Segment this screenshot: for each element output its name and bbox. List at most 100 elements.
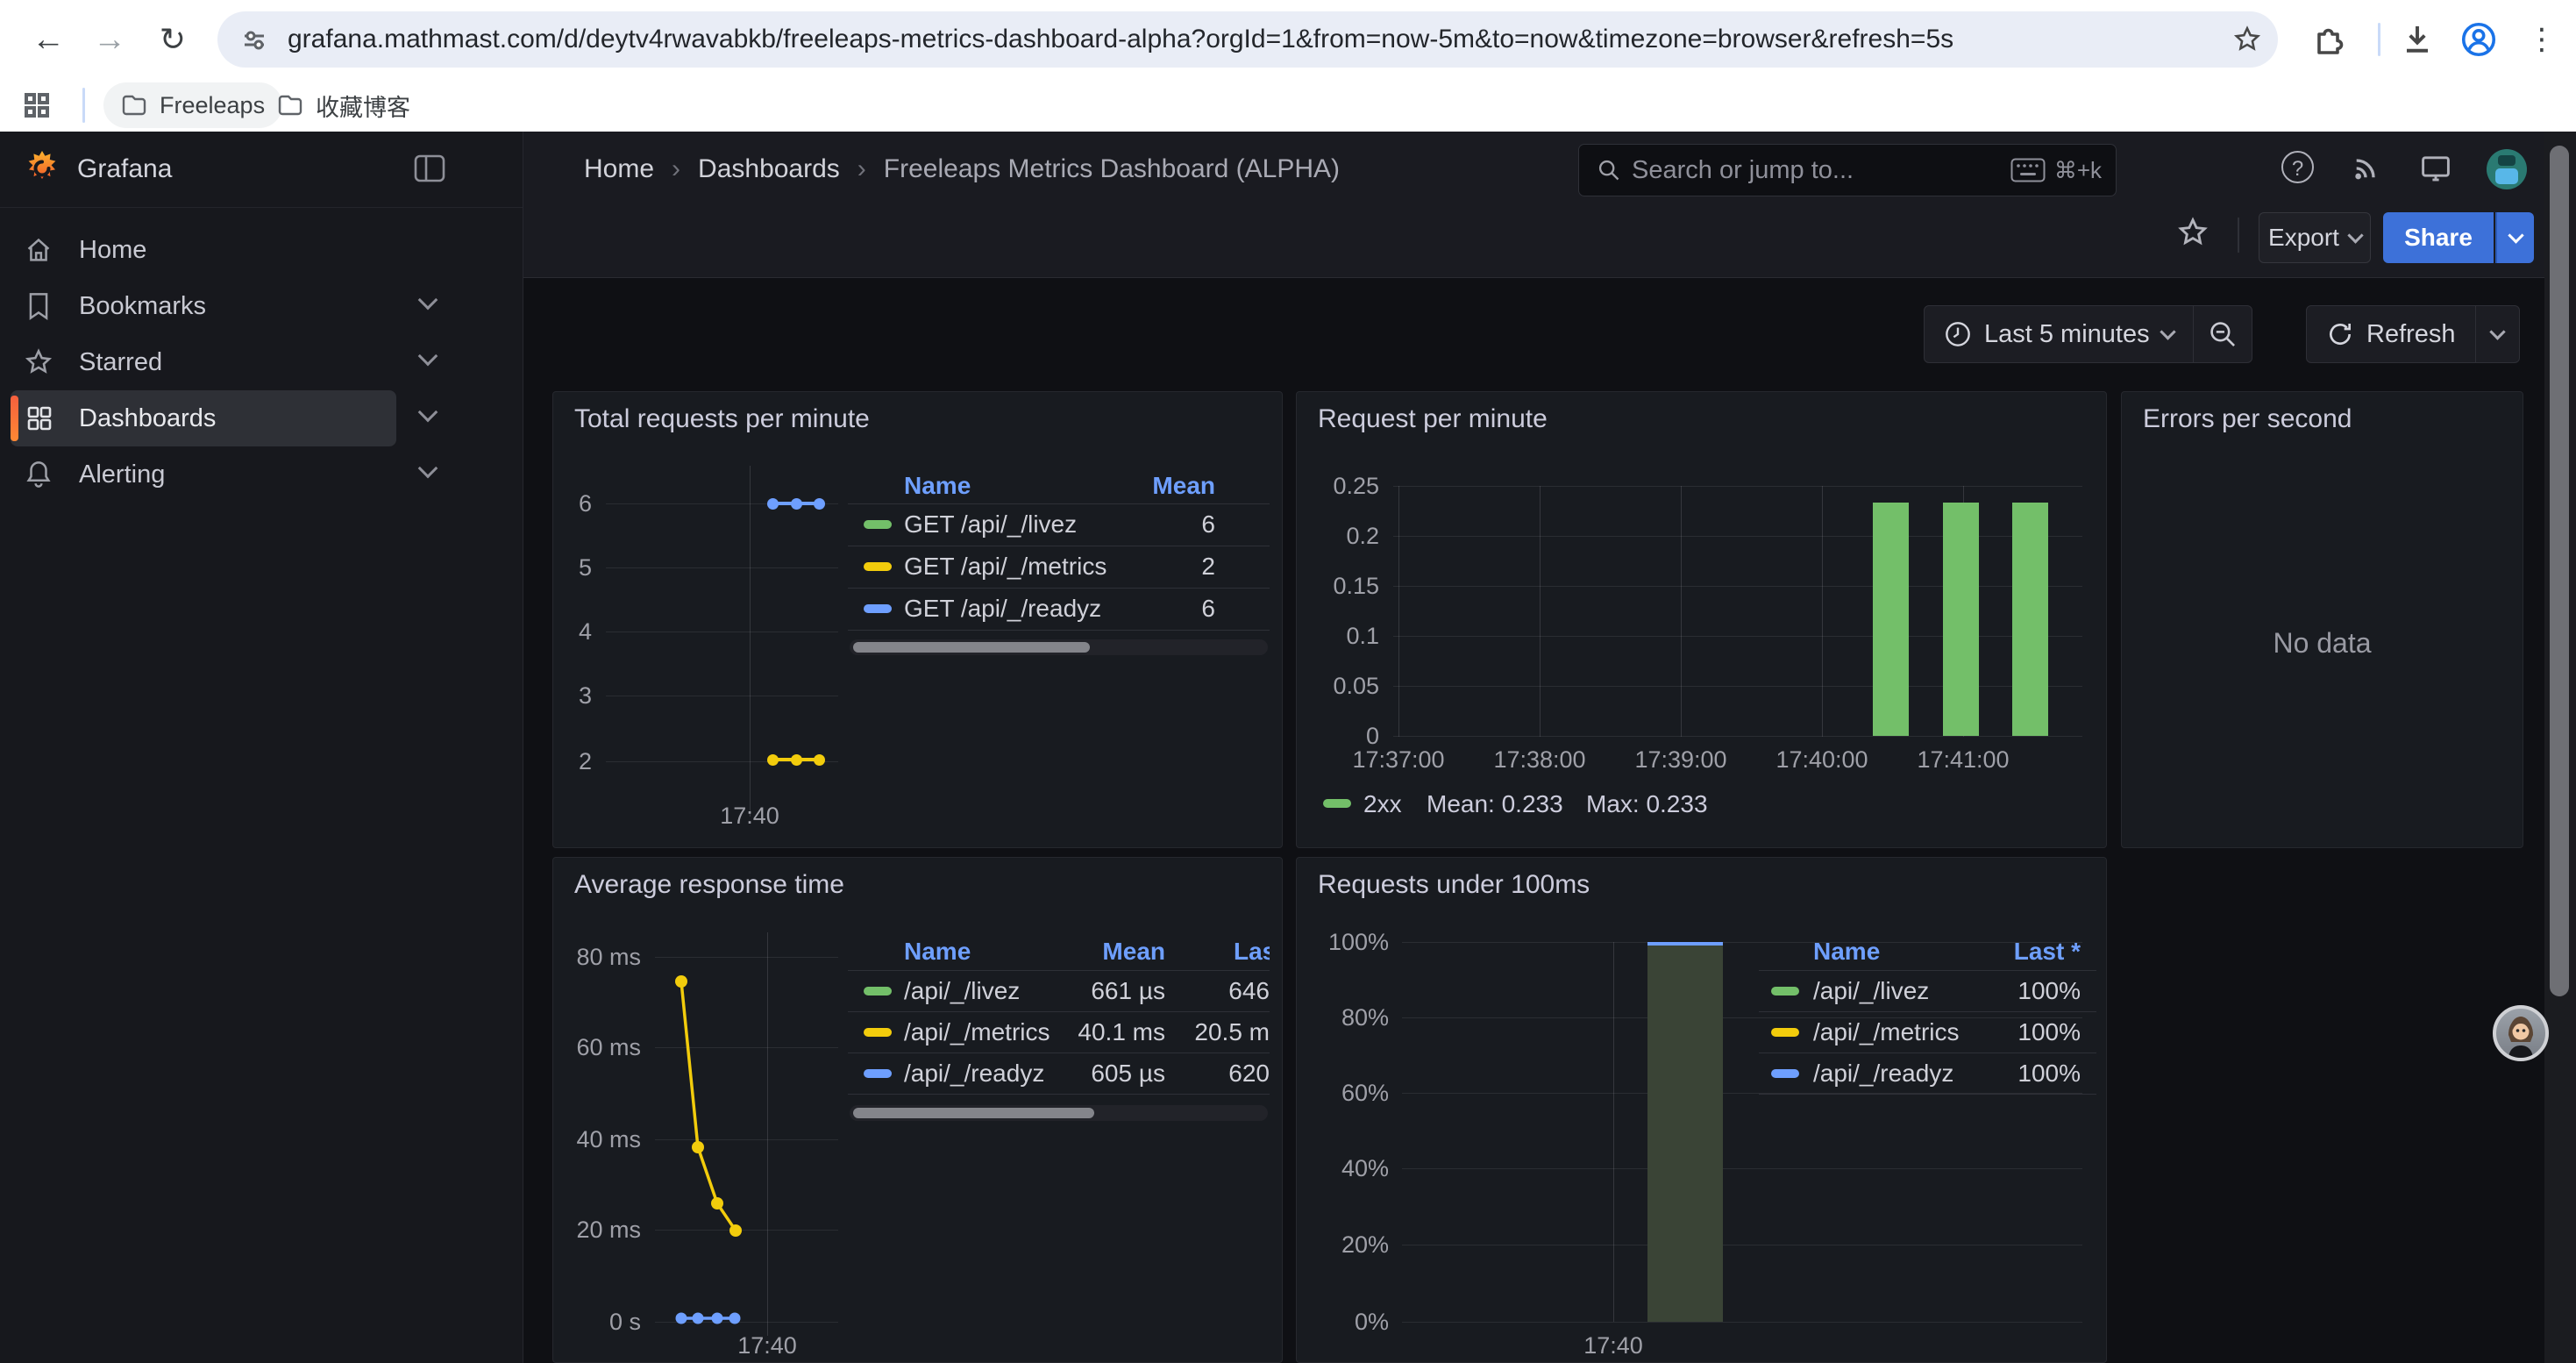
breadcrumb-dashboards[interactable]: Dashboards [698,154,840,184]
browser-back-button[interactable]: ← [25,16,72,63]
chevron-down-icon [2489,324,2505,339]
legend-row-mean: 661 µs [990,970,1165,1011]
share-menu-button[interactable] [2495,212,2534,263]
brand-title[interactable]: Grafana [77,132,172,207]
apps-grid-icon [26,405,53,432]
bookmark-folder-freeleaps[interactable]: Freeleaps [103,82,282,128]
time-range-controls: Last 5 minutes [1924,305,2252,363]
legend-row-mean: 605 µs [990,1053,1165,1094]
news-rss-icon[interactable] [2350,153,2385,188]
legend-row-name[interactable]: GET /api/_/readyz [904,588,1101,630]
panel-title[interactable]: Request per minute [1318,404,1548,434]
extensions-icon[interactable] [2311,21,2348,58]
bar-2xx[interactable] [2012,503,2048,736]
panel-request-per-minute[interactable]: Request per minute 0.25 0.2 0.15 0.1 0.0… [1296,391,2107,848]
browser-forward-button[interactable]: → [86,16,133,63]
sidebar-item-alerting[interactable]: Alerting [11,446,396,503]
bar-2xx[interactable] [1943,503,1979,736]
panel-title[interactable]: Errors per second [2143,404,2352,434]
folder-icon [277,94,303,117]
panel-errors-per-second[interactable]: Errors per second No data [2121,391,2523,848]
legend-header-name[interactable]: Name [904,467,971,503]
panel-total-requests[interactable]: Total requests per minute 6 5 4 3 2 17:4… [552,391,1283,848]
display-icon[interactable] [2420,154,2455,189]
y-tick: 0.1 [1297,623,1379,649]
refresh-interval-button[interactable] [2475,306,2519,362]
y-tick: 40 ms [553,1126,641,1152]
breadcrumb: Home › Dashboards › Freeleaps Metrics Da… [584,132,1340,207]
chevron-down-icon[interactable] [418,346,438,367]
scrollbar-thumb[interactable] [2550,146,2569,996]
legend-row-name[interactable]: /api/_/livez [1813,970,1929,1011]
legend-series[interactable]: 2xx [1363,787,1402,822]
sidebar-item-starred[interactable]: Starred [11,334,396,390]
chevron-down-icon[interactable] [418,290,438,310]
legend-row-name[interactable]: GET /api/_/metrics [904,546,1107,588]
help-icon[interactable]: ? [2281,151,2314,183]
sidebar-item-home[interactable]: Home [11,222,396,278]
page-scrollbar[interactable] [2544,132,2576,1363]
legend-header-name[interactable]: Name [904,933,971,970]
grafana-logo[interactable] [26,149,58,188]
legend-table: Name Mean Last * /api/_/livez 661 µs 646… [848,933,1270,1126]
y-tick: 0.05 [1297,673,1379,699]
breadcrumb-home[interactable]: Home [584,154,654,184]
url-text[interactable]: grafana.mathmast.com/d/deytv4rwavabkb/fr… [288,11,1953,68]
bar-under-100ms[interactable] [1647,942,1723,1322]
x-tick: 17:40 [715,1332,820,1359]
user-avatar[interactable] [2487,149,2527,189]
address-bar[interactable]: grafana.mathmast.com/d/deytv4rwavabkb/fr… [217,11,2278,68]
chevron-down-icon[interactable] [418,459,438,479]
floating-avatar[interactable] [2493,1005,2549,1061]
chevron-down-icon[interactable] [418,403,438,423]
share-button[interactable]: Share [2383,212,2494,263]
profile-icon[interactable] [2460,21,2497,58]
refresh-controls: Refresh [2306,305,2520,363]
refresh-label: Refresh [2366,320,2456,349]
search-input[interactable]: Search or jump to... ⌘+k [1578,144,2117,196]
y-tick: 0% [1297,1309,1389,1335]
legend-header-mean[interactable]: Mean [1152,467,1215,503]
bookmark-folder-blogs[interactable]: 收藏博客 [260,82,428,128]
y-tick: 3 [553,682,592,709]
panel-avg-response-time[interactable]: Average response time 80 ms 60 ms 40 ms … [552,857,1283,1363]
bookmark-label: Freeleaps [160,92,265,119]
panel-title[interactable]: Total requests per minute [574,404,870,434]
folder-icon [121,94,147,117]
panel-title[interactable]: Average response time [574,870,844,900]
export-button[interactable]: Export [2259,212,2371,263]
browser-toolbar: ← → ↻ grafana.mathmast.com/d/deytv4rwava… [0,0,2576,79]
panel-requests-under-100ms[interactable]: Requests under 100ms 100% 80% 60% 40% 20… [1296,857,2107,1363]
legend-scrollbar[interactable] [850,1105,1268,1121]
download-icon[interactable] [2399,21,2436,58]
search-icon [1597,158,1621,182]
legend-scrollbar[interactable] [850,639,1268,655]
bookmark-star-icon[interactable] [2232,25,2262,54]
apps-grid-icon[interactable] [23,91,51,119]
x-tick: 17:40:00 [1752,746,1892,773]
keyboard-icon [2010,158,2046,182]
legend-header-last[interactable]: Last * [2014,933,2081,970]
y-tick: 0 [1297,723,1379,749]
browser-menu-icon[interactable]: ⋮ [2518,16,2565,63]
zoom-out-icon [2208,319,2238,349]
bar-2xx[interactable] [1873,503,1909,736]
legend-header-mean[interactable]: Mean [1007,933,1165,970]
legend-row-name[interactable]: /api/_/metrics [1813,1011,1960,1053]
favorite-star-icon[interactable] [2176,216,2210,249]
time-range-picker[interactable]: Last 5 minutes [1925,306,2193,362]
browser-reload-button[interactable]: ↻ [149,16,196,63]
legend-row-name[interactable]: GET /api/_/livez [904,503,1077,546]
zoom-out-button[interactable] [2193,306,2252,362]
clock-icon [1944,320,1972,348]
legend-header-last[interactable]: Last * [1234,933,1270,970]
y-tick: 40% [1297,1155,1389,1181]
panel-title[interactable]: Requests under 100ms [1318,870,1590,900]
refresh-button[interactable]: Refresh [2307,306,2475,362]
sidebar-toggle-icon[interactable] [414,154,445,182]
site-settings-icon[interactable] [240,26,268,54]
legend-header-name[interactable]: Name [1813,933,1880,970]
sidebar-item-dashboards[interactable]: Dashboards [11,390,396,446]
legend-row-name[interactable]: /api/_/readyz [1813,1053,1953,1094]
sidebar-item-bookmarks[interactable]: Bookmarks [11,278,396,334]
